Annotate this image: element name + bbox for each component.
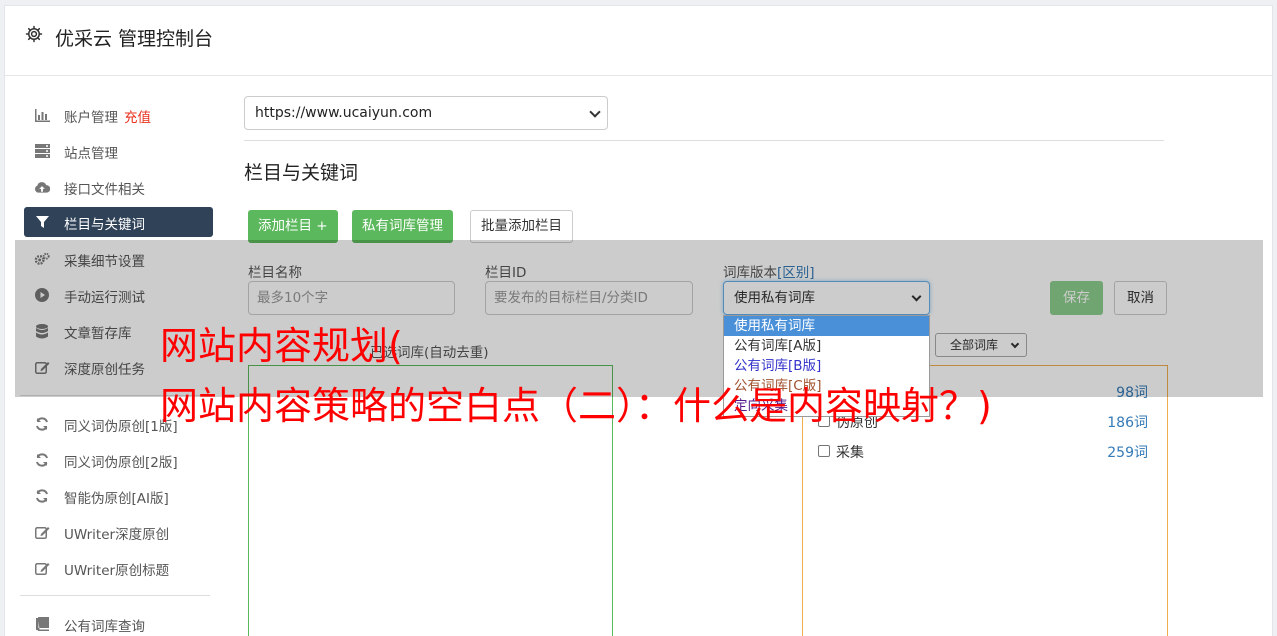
sidebar-item-account[interactable]: 账户管理 充值 (24, 100, 213, 130)
dropdown-option[interactable]: 使用私有词库 (724, 316, 929, 336)
edit-icon (34, 524, 50, 540)
library-count: 259词 (1107, 445, 1148, 461)
site-select-value: https://www.ucaiyun.com (255, 105, 433, 121)
sidebar-item-label: 站点管理 (64, 146, 118, 162)
server-icon (34, 143, 50, 159)
sidebar-item-label: UWriter深度原创 (64, 527, 170, 543)
recharge-link[interactable]: 充值 (124, 110, 151, 126)
edit-icon (34, 560, 50, 576)
sidebar-item-synonym-v2[interactable]: 同义词伪原创[2版] (24, 445, 213, 475)
sidebar-item-label: 栏目与关键词 (64, 217, 145, 233)
refresh-icon (34, 416, 50, 432)
library-checkbox[interactable] (818, 445, 830, 457)
site-select[interactable]: https://www.ucaiyun.com (244, 96, 608, 130)
batch-add-column-button[interactable]: 批量添加栏目 (470, 210, 573, 243)
sidebar-item-uwriter-deep[interactable]: UWriter深度原创 (24, 517, 213, 547)
sidebar-item-label: 公有词库查询 (64, 619, 145, 635)
refresh-icon (34, 452, 50, 468)
sidebar-item-columns-keywords[interactable]: 栏目与关键词 (24, 207, 213, 237)
dropdown-option[interactable]: 公有词库[A版] (724, 336, 929, 356)
headline-line-1: 网站内容规划( (160, 324, 403, 368)
private-lib-button[interactable]: 私有词库管理 (352, 210, 453, 243)
sidebar-item-public-lib[interactable]: 公有词库查询 (24, 609, 213, 636)
add-column-button[interactable]: 添加栏目 + (248, 210, 338, 243)
sidebar-item-label: 智能伪原创[AI版] (64, 491, 169, 507)
library-name: 采集 (836, 445, 864, 461)
cloud-upload-icon (34, 179, 50, 195)
sidebar-item-sites[interactable]: 站点管理 (24, 136, 213, 166)
bar-chart-icon (34, 107, 50, 123)
sidebar-item-label: 账户管理 (64, 110, 118, 126)
library-count: 186词 (1107, 415, 1148, 431)
headline-line-2: 网站内容策略的空白点（二）：什么是内容映射？) (160, 384, 992, 428)
chevron-down-icon (589, 106, 601, 118)
app-title: 优采云 管理控制台 (55, 28, 214, 50)
library-row[interactable]: 采集 259词 (818, 442, 1148, 462)
filter-icon (34, 214, 50, 230)
sidebar-item-ai-rewrite[interactable]: 智能伪原创[AI版] (24, 481, 213, 511)
content-divider (244, 140, 1164, 141)
section-title: 栏目与关键词 (244, 162, 359, 184)
banner-overlay (15, 240, 1263, 397)
sidebar-item-label: UWriter原创标题 (64, 563, 170, 579)
gear-icon (25, 25, 43, 43)
dropdown-option[interactable]: 公有词库[B版] (724, 356, 929, 376)
sidebar-item-uwriter-title[interactable]: UWriter原创标题 (24, 553, 213, 583)
refresh-icon (34, 488, 50, 504)
sidebar-item-label: 同义词伪原创[2版] (64, 455, 178, 471)
header-bar: 优采云 管理控制台 (5, 6, 1272, 76)
sidebar-item-label: 接口文件相关 (64, 182, 145, 198)
sidebar-divider (20, 595, 210, 596)
book-icon (34, 616, 50, 632)
sidebar-item-interface[interactable]: 接口文件相关 (24, 172, 213, 202)
